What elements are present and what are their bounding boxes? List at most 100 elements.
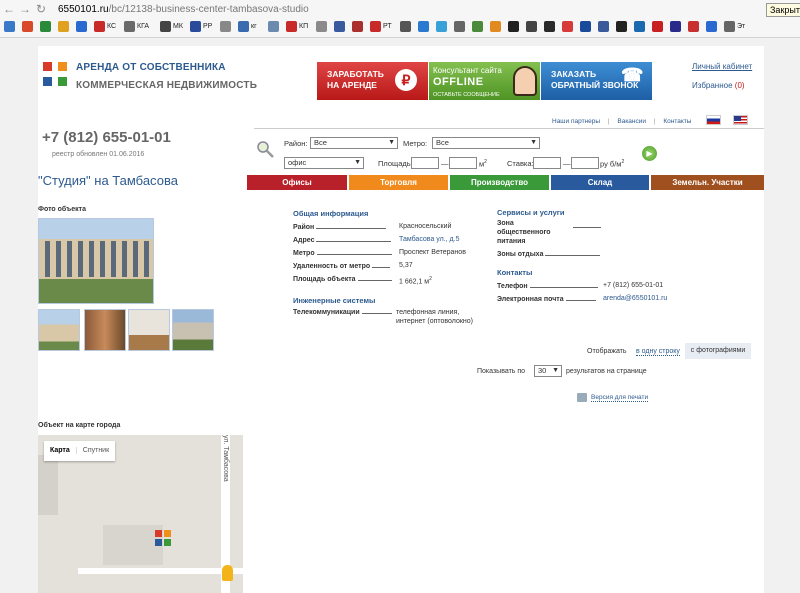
map-tab-satellite[interactable]: Спутник — [75, 447, 116, 454]
bookmark-item[interactable]: Эт — [724, 20, 745, 34]
bookmark-item[interactable] — [580, 20, 593, 34]
bookmark-item[interactable]: КГА — [124, 20, 149, 34]
bookmark-item[interactable] — [40, 20, 53, 34]
per-page-select[interactable]: 30 ▼ — [534, 365, 562, 377]
bookmark-item[interactable] — [508, 20, 521, 34]
bookmark-item[interactable] — [352, 20, 365, 34]
bookmark-item[interactable] — [526, 20, 539, 34]
city-map[interactable]: ул. Тамбасова Карта Спутник — [38, 435, 243, 593]
back-icon[interactable]: ← — [2, 2, 16, 16]
area-dash: — — [441, 159, 449, 168]
district-select[interactable]: Все ▼ — [310, 137, 398, 149]
bookmark-item[interactable] — [688, 20, 701, 34]
area-min-input[interactable] — [411, 157, 439, 169]
consultant-banner[interactable]: Консультант сайта OFFLINE ОСТАВЬТЕ СООБЩ… — [429, 62, 540, 100]
bookmark-item[interactable]: КП — [286, 20, 308, 34]
bookmark-favicon-icon — [22, 20, 33, 32]
rate-max-input[interactable] — [571, 157, 599, 169]
bookmark-item[interactable] — [316, 20, 329, 34]
callback-banner[interactable]: ЗАКАЗАТЬ ОБРАТНЫЙ ЗВОНОК ☎ — [541, 62, 652, 100]
bookmark-item[interactable]: РТ — [370, 20, 392, 34]
bookmark-item[interactable] — [400, 20, 413, 34]
category-warehouse[interactable]: Склад — [551, 175, 649, 190]
property-type-select[interactable]: офис ▼ — [284, 157, 364, 169]
brand-line-1[interactable]: АРЕНДА ОТ СОБСТВЕННИКА — [76, 62, 226, 73]
photo-thumb-1[interactable] — [38, 309, 80, 351]
bookmark-item[interactable]: РР — [190, 20, 212, 34]
bookmark-item[interactable] — [670, 20, 683, 34]
brand-line-2[interactable]: КОММЕРЧЕСКАЯ НЕДВИЖИМОСТЬ — [76, 80, 257, 91]
bookmark-item[interactable] — [334, 20, 347, 34]
bookmark-item[interactable] — [490, 20, 503, 34]
bookmark-item[interactable]: КС — [94, 20, 116, 34]
contact-email-link[interactable]: arenda@6550101.ru — [603, 295, 667, 302]
photo-thumb-3[interactable] — [128, 309, 170, 351]
forward-icon[interactable]: → — [18, 2, 32, 16]
bookmark-item[interactable] — [562, 20, 575, 34]
map-tab-map[interactable]: Карта — [44, 447, 76, 454]
distance-row-label: Удаленность от метро — [293, 262, 391, 270]
photo-thumb-2[interactable] — [84, 309, 126, 351]
bookmark-item[interactable] — [472, 20, 485, 34]
bookmark-item[interactable] — [706, 20, 719, 34]
category-retail[interactable]: Торговля — [349, 175, 448, 190]
chevron-down-icon: ▼ — [552, 367, 559, 374]
bookmark-item[interactable] — [220, 20, 233, 34]
display-one-line[interactable]: в одну строку — [636, 348, 680, 356]
bookmark-item[interactable] — [4, 20, 17, 34]
bookmark-favicon-icon — [160, 20, 171, 32]
category-land[interactable]: Земельн. Участки — [651, 175, 764, 190]
map-marker-icon[interactable] — [155, 530, 171, 546]
bookmark-item[interactable] — [418, 20, 431, 34]
magnifier-icon[interactable] — [256, 140, 274, 158]
bookmark-label: РР — [203, 23, 213, 30]
map-type-control[interactable]: Карта Спутник — [44, 441, 116, 461]
reload-icon[interactable]: ↻ — [34, 2, 48, 16]
area-max-input[interactable] — [449, 157, 477, 169]
bookmark-favicon-icon — [652, 20, 663, 32]
address-link[interactable]: Тамбасова ул., д.5 — [399, 236, 459, 243]
contacts-link[interactable]: Контакты — [663, 118, 691, 125]
display-with-photos[interactable]: с фотографиями — [685, 343, 751, 359]
print-version-link[interactable]: Версия для печати — [591, 394, 649, 402]
bookmark-item[interactable] — [22, 20, 35, 34]
flag-us-icon[interactable] — [733, 115, 748, 125]
bookmark-item[interactable] — [436, 20, 449, 34]
cabinet-link[interactable]: Личный кабинет — [692, 62, 752, 71]
url-host: 6550101.ru — [58, 4, 109, 15]
bookmark-item[interactable]: МК — [160, 20, 183, 34]
earn-on-rent-banner[interactable]: ЗАРАБОТАТЬ НА АРЕНДЕ ₽ — [317, 62, 428, 100]
address-bar[interactable]: 6550101.ru/bc/12138-business-center-tamb… — [58, 2, 758, 18]
photo-thumb-4[interactable] — [172, 309, 214, 351]
bookmark-item[interactable] — [598, 20, 611, 34]
flag-ru-icon[interactable] — [706, 115, 721, 125]
bookmark-favicon-icon — [670, 20, 681, 32]
bookmark-item[interactable] — [76, 20, 89, 34]
vacancies-link[interactable]: Вакансии — [617, 118, 646, 125]
partners-link[interactable]: Наши партнеры — [552, 118, 600, 125]
bookmark-item[interactable] — [58, 20, 71, 34]
registry-updated: реестр обновлен 01.06.2016 — [52, 151, 145, 158]
bookmark-item[interactable] — [616, 20, 629, 34]
bookmark-item[interactable] — [268, 20, 281, 34]
bookmark-item[interactable] — [544, 20, 557, 34]
category-offices[interactable]: Офисы — [247, 175, 347, 190]
rate-min-input[interactable] — [533, 157, 561, 169]
top-links: Наши партнеры | Вакансии | Контакты — [552, 118, 692, 125]
general-heading: Общая информация — [293, 209, 369, 218]
search-go-button[interactable]: ▶ — [642, 146, 657, 161]
chevron-down-icon: ▼ — [530, 139, 537, 146]
main-photo[interactable] — [38, 218, 154, 304]
bookmark-favicon-icon — [634, 20, 645, 32]
services-food-fill — [573, 227, 601, 228]
bookmark-favicon-icon — [40, 20, 51, 32]
metro-select[interactable]: Все ▼ — [432, 137, 540, 149]
category-production[interactable]: Производство — [450, 175, 549, 190]
bookmark-item[interactable]: кг — [238, 20, 257, 34]
bookmark-item[interactable] — [634, 20, 647, 34]
pegman-icon[interactable] — [222, 565, 233, 581]
bookmark-item[interactable] — [652, 20, 665, 34]
bookmark-item[interactable] — [454, 20, 467, 34]
bookmark-favicon-icon — [124, 20, 135, 32]
favorites-link[interactable]: Избранное (0) — [692, 81, 745, 90]
